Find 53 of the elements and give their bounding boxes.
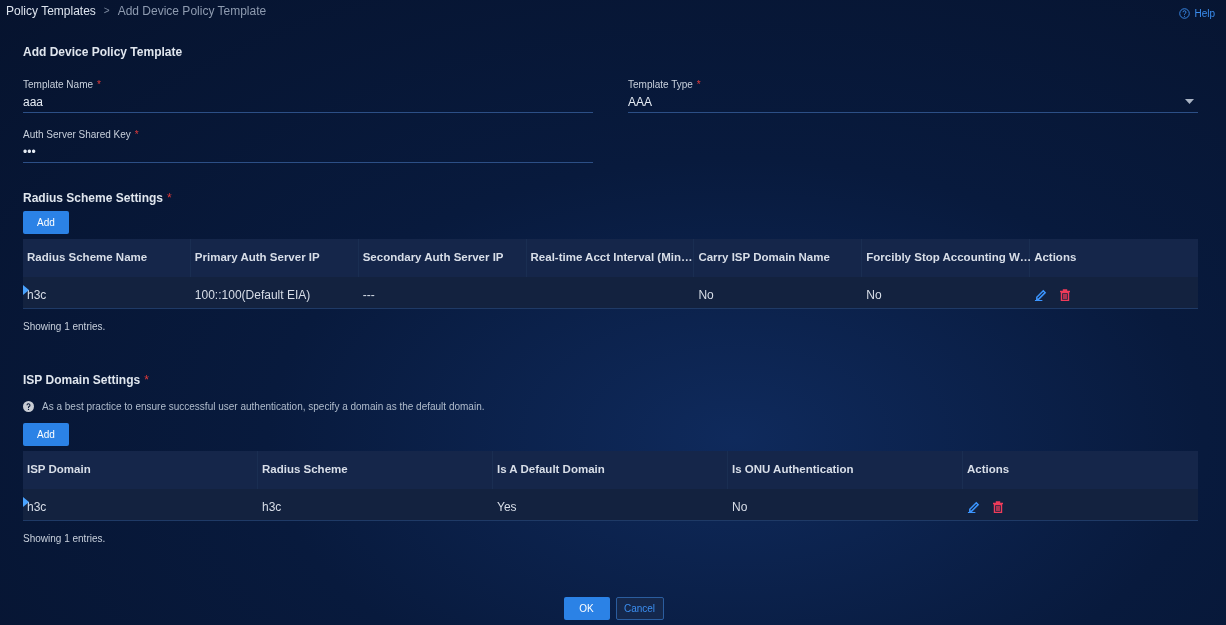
column-header: Actions <box>967 462 1010 478</box>
required-asterisk: * <box>167 190 172 207</box>
breadcrumb-separator: > <box>103 4 110 18</box>
column-header: Carry ISP Domain Name <box>698 250 830 266</box>
table-cell-text: 100::100(Default EIA) <box>194 286 311 304</box>
required-asterisk: * <box>97 77 101 92</box>
section-title: Radius Scheme Settings <box>23 190 164 207</box>
column-header: Radius Scheme Name <box>27 250 148 266</box>
section-title: ISP Domain Settings <box>23 372 141 389</box>
cancel-button[interactable]: Cancel <box>615 597 664 620</box>
column-header: Real-time Acct Interval (Min… <box>530 250 693 266</box>
table-cell-text: No <box>866 286 882 304</box>
page-title: Add Device Policy Template <box>23 44 184 61</box>
add-button[interactable]: Add <box>23 211 69 234</box>
breadcrumb-link[interactable]: Policy Templates <box>6 1 96 20</box>
table-cell-text: No <box>732 498 748 516</box>
hint-text: As a best practice to ensure successful user authentication, specify a domain as the default domain. <box>42 400 485 414</box>
field-label: Template Type <box>628 77 693 92</box>
table-cell-text: h3c <box>27 286 47 304</box>
edit-icon[interactable] <box>1034 288 1048 301</box>
help-icon <box>1179 8 1191 19</box>
help-link[interactable]: Help <box>1179 6 1215 21</box>
field-label: Auth Server Shared Key <box>23 127 131 142</box>
edit-icon[interactable] <box>967 500 980 513</box>
column-header: ISP Domain <box>27 462 91 478</box>
delete-icon[interactable] <box>992 500 1004 513</box>
field-label: Template Name <box>23 77 94 92</box>
column-header: Secondary Auth Server IP <box>362 250 504 266</box>
required-asterisk: * <box>134 127 139 142</box>
entries-count: Showing 1 entries. <box>23 532 107 546</box>
table-cell-text: h3c <box>262 498 282 516</box>
table-cell-text: No <box>698 286 714 304</box>
table-cell-text: Yes <box>497 498 517 516</box>
column-header: Radius Scheme <box>262 462 348 478</box>
column-header: Forcibly Stop Accounting W… <box>866 250 1032 266</box>
table-cell-text: --- <box>362 286 375 304</box>
delete-icon[interactable] <box>1059 288 1072 301</box>
column-header: Is A Default Domain <box>497 462 605 478</box>
required-asterisk: * <box>696 77 701 92</box>
ok-button[interactable]: OK <box>563 597 610 620</box>
add-button[interactable]: Add <box>23 423 69 446</box>
dropdown-caret-icon <box>1185 99 1194 104</box>
breadcrumb-current: Add Device Policy Template <box>117 2 267 20</box>
template-type-select[interactable]: AAA <box>628 91 1198 113</box>
input-field[interactable]: aaa <box>23 91 593 113</box>
column-header: Actions <box>1034 250 1077 266</box>
entries-count: Showing 1 entries. <box>23 320 107 334</box>
input-field[interactable]: ••• <box>23 141 593 163</box>
required-asterisk: * <box>144 372 149 389</box>
column-header: Primary Auth Server IP <box>194 250 320 266</box>
table-cell-text: h3c <box>27 498 47 516</box>
column-header: Is ONU Authentication <box>732 462 854 478</box>
question-icon <box>23 401 34 412</box>
